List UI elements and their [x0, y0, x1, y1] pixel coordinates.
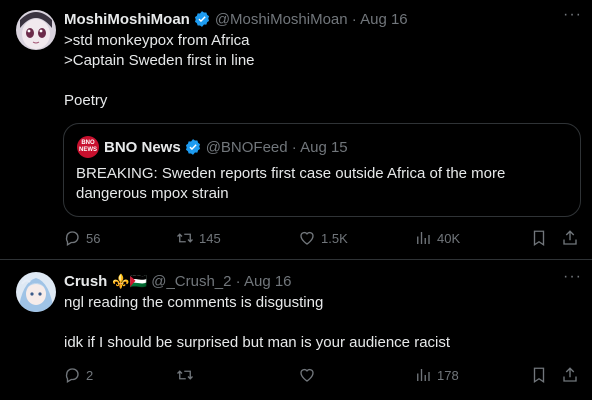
repost-icon	[177, 370, 193, 380]
share-icon	[563, 230, 577, 245]
author-name[interactable]: Crush	[64, 273, 107, 290]
reply-icon	[65, 231, 79, 246]
bno-news-logo: BNO NEWS	[77, 136, 99, 158]
handle-and-date[interactable]: @_Crush_2 · Aug 16	[151, 273, 291, 290]
avatar[interactable]	[16, 272, 56, 312]
bookmark-button[interactable]	[530, 366, 553, 384]
author-name[interactable]: MoshiMoshiMoan	[64, 11, 190, 28]
views-count: 40K	[437, 230, 461, 246]
share-button[interactable]	[561, 366, 584, 384]
repost-icon	[177, 233, 193, 243]
handle-and-date[interactable]: @MoshiMoshiMoan · Aug 16	[215, 11, 408, 28]
tweet-actions: 2 178	[63, 366, 583, 386]
reply-count: 2	[86, 367, 94, 383]
tweet-crush[interactable]: Crush ⚜️🇵🇸 @_Crush_2 · Aug 16 ··· ngl re…	[0, 260, 592, 400]
heart-icon	[300, 368, 314, 382]
like-count: 1.5K	[321, 230, 348, 246]
avatar-image	[16, 272, 56, 312]
author-name-emoji: ⚜️🇵🇸	[112, 273, 148, 289]
views-chart-icon	[417, 369, 430, 381]
share-icon	[563, 367, 577, 382]
heart-icon	[300, 231, 314, 245]
like-button[interactable]	[298, 366, 321, 384]
share-button[interactable]	[561, 229, 584, 247]
repost-count: 145	[199, 230, 221, 246]
tweet-moshimoshimoan[interactable]: MoshiMoshiMoan @MoshiMoshiMoan · Aug 16 …	[0, 0, 592, 259]
quote-text: BREAKING: Sweden reports first case outs…	[76, 165, 510, 202]
avatar-image	[16, 10, 56, 50]
tweet-text: >std monkeypox from Africa >Captain Swed…	[64, 32, 255, 109]
bookmark-icon	[533, 367, 545, 384]
tweet-actions: 56 145 1.5K 40K	[63, 229, 583, 249]
repost-button[interactable]: 145	[176, 229, 221, 247]
repost-button[interactable]	[176, 366, 199, 384]
reply-button[interactable]: 56	[63, 229, 100, 247]
verified-badge-icon	[185, 139, 200, 155]
verified-badge-icon	[194, 11, 209, 27]
more-options-icon[interactable]: ···	[563, 6, 582, 24]
reply-icon	[65, 368, 79, 383]
more-options-icon[interactable]: ···	[563, 268, 582, 286]
bookmark-icon	[533, 230, 545, 247]
quote-handle-and-date: @BNOFeed · Aug 15	[205, 138, 348, 156]
reply-count: 56	[86, 230, 101, 246]
reply-button[interactable]: 2	[63, 366, 93, 384]
views-count: 178	[437, 367, 459, 383]
views-button[interactable]: 178	[414, 366, 459, 384]
avatar[interactable]	[16, 10, 56, 50]
like-button[interactable]: 1.5K	[298, 229, 348, 247]
views-button[interactable]: 40K	[414, 229, 460, 247]
quote-author-name: BNO News	[104, 138, 181, 156]
views-chart-icon	[417, 232, 430, 244]
quoted-tweet[interactable]: BNO NEWS BNO News @BNOFeed · Aug 15 BREA…	[63, 123, 581, 217]
tweet-text: ngl reading the comments is disgusting i…	[64, 294, 451, 351]
bookmark-button[interactable]	[530, 229, 553, 247]
